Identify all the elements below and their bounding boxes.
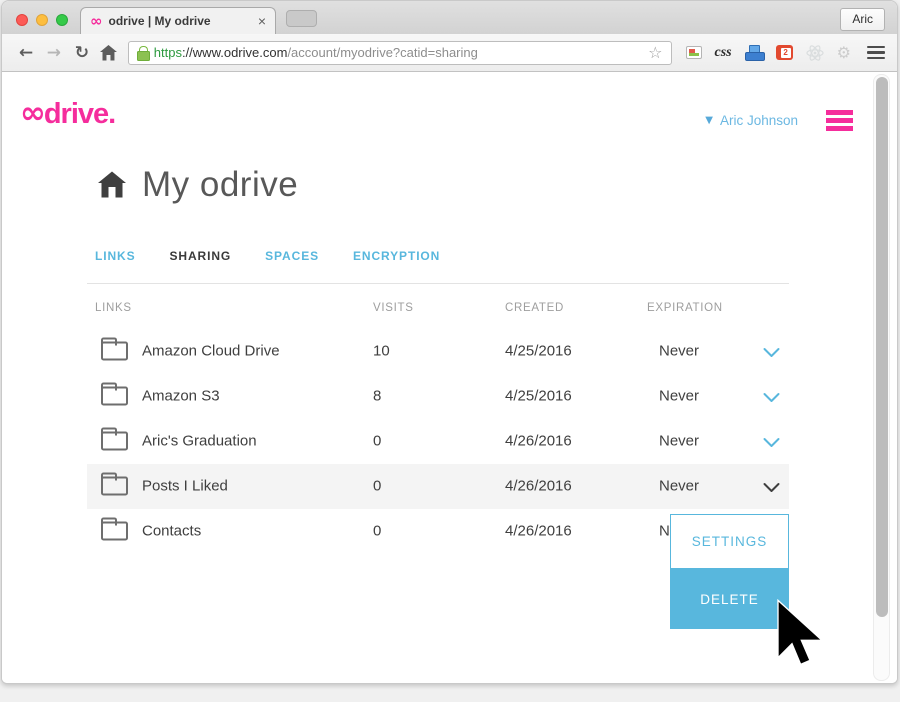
chevron-down-icon[interactable] [763,481,780,492]
table-row[interactable]: Amazon S3 8 4/25/2016 Never [87,374,789,419]
link-created: 4/26/2016 [505,433,572,450]
address-bar[interactable]: https://www.odrive.com/account/myodrive?… [128,41,672,65]
link-created: 4/25/2016 [505,343,572,360]
url-path: /account/myodrive?catid=sharing [287,45,477,60]
bookmark-star-icon[interactable]: ☆ [648,45,662,61]
browser-toolbar: ← → ↻ https://www.odrive.com/account/myo… [2,34,897,72]
tab-encryption[interactable]: ENCRYPTION [353,249,440,263]
link-visits: 0 [373,478,381,495]
minimize-window-button[interactable] [36,14,48,26]
link-visits: 8 [373,388,381,405]
link-created: 4/26/2016 [505,478,572,495]
tab-spaces[interactable]: SPACES [265,249,319,263]
infinity-icon: ∞ [20,95,44,131]
back-icon[interactable]: ← [14,43,38,63]
page-title: My odrive [142,165,298,205]
tab-title: odrive | My odrive [109,14,252,28]
menu-item-settings[interactable]: SETTINGS [670,514,789,569]
css-extension-icon[interactable]: css [715,45,732,61]
mouse-cursor [774,599,830,671]
link-expiration: Never [659,343,699,360]
tag-extension-icon[interactable]: 2 [776,45,793,60]
site-header: ∞drive. ▼ Aric Johnson [2,72,897,131]
forward-icon: → [42,43,66,63]
chevron-down-icon[interactable] [763,391,780,402]
browser-tab[interactable]: ∞ odrive | My odrive × [80,7,276,34]
tab-close-icon[interactable]: × [258,13,266,29]
folder-icon [101,387,128,406]
folder-icon [101,432,128,451]
chevron-down-icon: ▼ [705,115,713,126]
chevron-down-icon[interactable] [763,346,780,357]
menu-item-delete[interactable]: DELETE [670,569,789,629]
table-row[interactable]: Posts I Liked 0 4/26/2016 Never [87,464,789,509]
table-row[interactable]: Amazon Cloud Drive 10 4/25/2016 Never [87,329,789,374]
link-visits: 0 [373,523,381,540]
close-window-button[interactable] [16,14,28,26]
tag-badge: 2 [781,48,791,58]
url-host: ://www.odrive.com [182,45,287,60]
column-header-expiration: EXPIRATION [647,302,723,314]
column-header-visits: VISITS [373,302,414,314]
new-tab-button[interactable] [286,10,317,27]
row-context-menu: SETTINGSDELETE [670,514,789,629]
link-created: 4/25/2016 [505,388,572,405]
odrive-logo[interactable]: ∞drive. [20,98,115,129]
tab-links[interactable]: LINKS [95,249,136,263]
link-name: Aric's Graduation [142,433,257,450]
traffic-lights [16,14,68,26]
link-name: Amazon Cloud Drive [142,343,280,360]
page-title-row: My odrive [97,165,897,205]
table-header-row: LINKS VISITS CREATED EXPIRATION [87,284,789,329]
column-header-created: CREATED [505,302,564,314]
link-created: 4/26/2016 [505,523,572,540]
link-name: Contacts [142,523,201,540]
zoom-window-button[interactable] [56,14,68,26]
account-area: ▼ Aric Johnson [705,110,853,131]
folder-icon [101,522,128,541]
chrome-profile-button[interactable]: Aric [840,8,885,31]
folder-icon [101,342,128,361]
logo-text: drive. [44,98,115,130]
secure-lock-icon[interactable] [137,46,148,59]
react-devtools-icon[interactable] [806,44,824,62]
tab-sharing[interactable]: SHARING [170,249,232,263]
scrollbar [873,74,890,681]
gear-extension-icon[interactable]: ⚙ [837,45,851,61]
home-icon[interactable] [100,45,117,61]
url-text: https://www.odrive.com/account/myodrive?… [154,45,478,60]
home-solid-icon [97,171,127,198]
column-header-links: LINKS [95,302,132,314]
tab-strip: ∞ odrive | My odrive × Aric [2,1,897,34]
link-visits: 0 [373,433,381,450]
folder-icon [101,477,128,496]
link-visits: 10 [373,343,390,360]
link-name: Amazon S3 [142,388,220,405]
chevron-down-icon[interactable] [763,436,780,447]
browser-window: ∞ odrive | My odrive × Aric ← → ↻ https:… [1,0,898,684]
screenshot-extension-icon[interactable] [686,46,702,59]
link-name: Posts I Liked [142,478,228,495]
page-tabs: LINKS SHARING SPACES ENCRYPTION [95,249,897,263]
account-menu[interactable]: Aric Johnson [720,113,798,128]
link-expiration: Never [659,388,699,405]
links-table: LINKS VISITS CREATED EXPIRATION Amazon Clou… [87,284,789,554]
odrive-favicon-icon: ∞ [90,14,103,29]
scrollbar-thumb[interactable] [876,77,888,617]
url-scheme: https [154,45,182,60]
printer-extension-icon[interactable] [745,45,763,61]
site-menu-icon[interactable] [826,110,853,131]
chrome-menu-icon[interactable] [867,46,885,60]
link-expiration: Never [659,478,699,495]
extension-icons: css 2 ⚙ [686,44,851,62]
table-row[interactable]: Aric's Graduation 0 4/26/2016 Never [87,419,789,464]
reload-icon[interactable]: ↻ [70,43,94,63]
link-expiration: Never [659,433,699,450]
